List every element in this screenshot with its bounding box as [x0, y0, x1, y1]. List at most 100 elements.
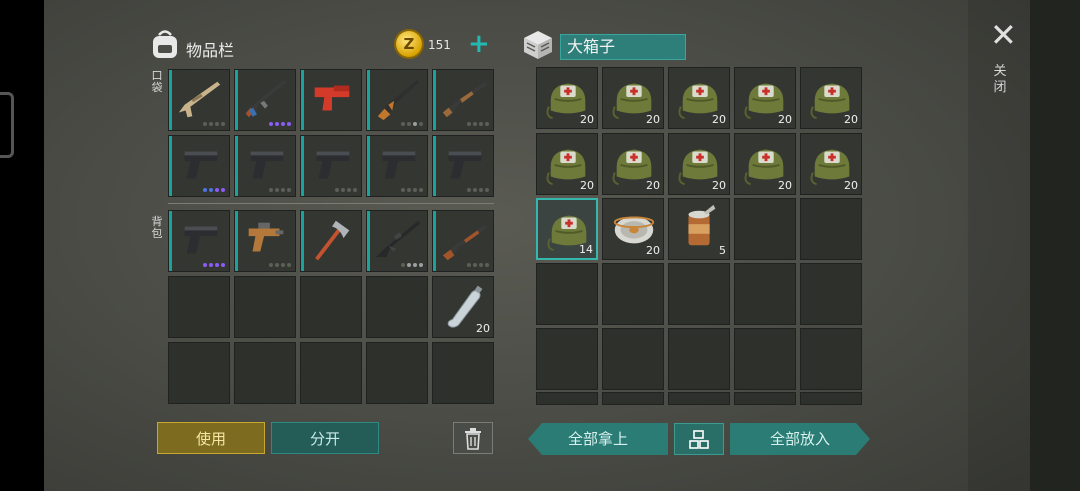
item-slot[interactable]: 20 — [800, 67, 862, 129]
empty-slot[interactable] — [602, 328, 664, 390]
empty-slot[interactable] — [234, 342, 296, 404]
put-all-button[interactable]: 全部放入 — [730, 423, 870, 455]
empty-slot[interactable] — [536, 263, 598, 325]
split-button[interactable]: 分开 — [271, 422, 379, 454]
rarity-dots — [269, 188, 291, 192]
slot-highlight — [169, 211, 172, 271]
flare-gun-icon — [314, 85, 350, 111]
rarity-dots — [467, 122, 489, 126]
empty-slot[interactable] — [734, 328, 796, 390]
item-slot[interactable] — [366, 135, 428, 197]
slot-highlight — [433, 136, 436, 196]
empty-slot[interactable] — [168, 276, 230, 338]
item-slot[interactable] — [366, 210, 428, 272]
item-quantity: 20 — [580, 179, 594, 192]
item-slot[interactable]: 20 — [602, 67, 664, 129]
item-slot[interactable]: 20 — [602, 198, 664, 260]
item-quantity: 20 — [646, 179, 660, 192]
empty-slot[interactable] — [168, 342, 230, 404]
slot-highlight — [301, 211, 304, 271]
close-icon[interactable]: ✕ — [990, 19, 1017, 51]
backpack-label: 背包 — [151, 215, 163, 240]
take-all-button[interactable]: 全部拿上 — [528, 423, 668, 455]
rarity-dots — [467, 263, 489, 267]
empty-slot[interactable] — [668, 328, 730, 390]
slot-highlight — [301, 136, 304, 196]
item-slot[interactable] — [300, 69, 362, 131]
item-slot[interactable] — [168, 210, 230, 272]
item-slot[interactable]: 20 — [734, 67, 796, 129]
pistol-icon — [382, 151, 416, 179]
item-quantity: 20 — [844, 113, 858, 126]
item-slot[interactable] — [432, 210, 494, 272]
empty-slot[interactable] — [300, 276, 362, 338]
rarity-dots — [269, 122, 291, 126]
empty-slot[interactable] — [668, 392, 730, 405]
empty-slot[interactable] — [800, 328, 862, 390]
m16-rifle-icon — [375, 220, 421, 258]
grid-icon — [689, 430, 709, 449]
empty-slot[interactable] — [734, 263, 796, 325]
rarity-dots — [467, 188, 489, 192]
camera-notch — [0, 92, 14, 158]
slot-highlight — [235, 211, 238, 271]
item-slot[interactable]: 20 — [536, 67, 598, 129]
item-quantity: 5 — [719, 244, 726, 257]
empty-slot[interactable] — [800, 392, 862, 405]
item-slot[interactable] — [366, 69, 428, 131]
item-slot[interactable] — [168, 135, 230, 197]
empty-slot[interactable] — [366, 276, 428, 338]
rarity-dots — [401, 188, 423, 192]
item-quantity: 20 — [476, 322, 490, 335]
trash-button[interactable] — [453, 422, 493, 454]
tin-can-icon — [688, 204, 716, 246]
item-slot[interactable] — [432, 135, 494, 197]
slot-highlight — [235, 70, 238, 130]
item-slot[interactable] — [234, 135, 296, 197]
item-slot[interactable] — [234, 69, 296, 131]
empty-slot[interactable] — [602, 392, 664, 405]
item-slot[interactable] — [300, 210, 362, 272]
section-divider — [168, 203, 494, 204]
empty-slot[interactable] — [536, 392, 598, 405]
empty-slot[interactable] — [432, 342, 494, 404]
item-slot[interactable] — [234, 210, 296, 272]
item-slot[interactable]: 20 — [602, 133, 664, 195]
use-button[interactable]: 使用 — [157, 422, 265, 454]
item-slot[interactable]: 20 — [536, 133, 598, 195]
item-slot[interactable]: 20 — [734, 133, 796, 195]
pistol-icon — [250, 151, 284, 179]
item-slot[interactable]: 20 — [668, 67, 730, 129]
empty-slot[interactable] — [800, 263, 862, 325]
item-slot[interactable] — [432, 69, 494, 131]
empty-slot[interactable] — [234, 276, 296, 338]
coin-count: 151 — [428, 38, 451, 52]
rarity-dots — [335, 188, 357, 192]
slot-highlight — [367, 70, 370, 130]
close-label[interactable]: 关闭 — [992, 64, 1008, 96]
shotgun-icon — [442, 81, 488, 118]
pistol-icon — [184, 226, 218, 254]
box-title: 大箱子 — [560, 34, 686, 60]
empty-slot[interactable] — [800, 198, 862, 260]
empty-slot[interactable] — [536, 328, 598, 390]
item-slot[interactable] — [300, 135, 362, 197]
add-coins-button[interactable]: + — [468, 30, 490, 58]
empty-slot[interactable] — [734, 198, 796, 260]
item-slot[interactable] — [168, 69, 230, 131]
empty-slot[interactable] — [602, 263, 664, 325]
item-slot[interactable]: 20 — [668, 133, 730, 195]
box-header: 大箱子 — [520, 28, 690, 62]
empty-slot[interactable] — [300, 342, 362, 404]
slot-highlight — [367, 136, 370, 196]
item-slot[interactable]: 5 — [668, 198, 730, 260]
empty-slot[interactable] — [366, 342, 428, 404]
empty-slot[interactable] — [734, 392, 796, 405]
item-slot[interactable]: 20 — [800, 133, 862, 195]
screen-edge-right — [1030, 0, 1080, 491]
item-slot[interactable]: 20 — [432, 276, 494, 338]
empty-slot[interactable] — [668, 263, 730, 325]
sort-grid-button[interactable] — [674, 423, 724, 455]
item-slot[interactable]: 14 — [536, 198, 598, 260]
slot-highlight — [169, 136, 172, 196]
